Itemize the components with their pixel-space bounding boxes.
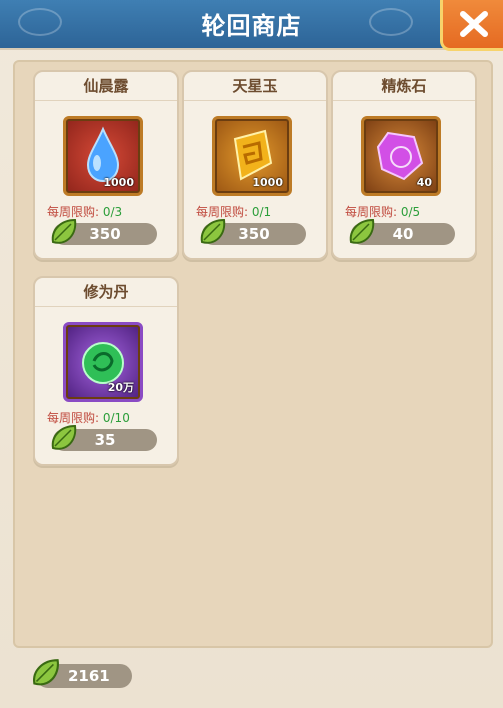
item-quantity: 1000: [103, 176, 134, 189]
item-icon-box[interactable]: 1000: [212, 116, 292, 196]
price-button[interactable]: 35: [51, 424, 157, 451]
price-button[interactable]: 40: [349, 218, 455, 245]
limit-value: 0/1: [251, 205, 272, 219]
shop-title: 轮回商店: [201, 12, 302, 40]
limit-value: 0/10: [102, 411, 130, 425]
item-panel: 仙晨露 1000 每周限购: 0/3 350 天星玉 1000 每周限购: 0/…: [13, 60, 493, 648]
item-icon-box[interactable]: 20万: [63, 322, 143, 402]
close-icon: [460, 11, 488, 37]
shop-item-card[interactable]: 天星玉 1000 每周限购: 0/1 350: [182, 70, 328, 260]
item-quantity: 40: [416, 176, 432, 189]
item-name: 仙晨露: [35, 72, 177, 101]
item-price: 40: [392, 225, 414, 243]
price-button[interactable]: 350: [51, 218, 157, 245]
item-name: 修为丹: [35, 278, 177, 307]
limit-value: 0/3: [102, 205, 123, 219]
item-name: 精炼石: [333, 72, 475, 101]
price-button[interactable]: 350: [200, 218, 306, 245]
item-quantity: 20万: [107, 381, 134, 394]
item-quantity: 1000: [252, 176, 283, 189]
currency-balance: 2161: [33, 659, 132, 688]
balance-value: 2161: [68, 667, 110, 685]
title-bar: 轮回商店: [0, 0, 503, 48]
close-button[interactable]: [440, 0, 503, 51]
item-price: 350: [238, 225, 270, 243]
item-name: 天星玉: [184, 72, 326, 101]
shop-item-card[interactable]: 仙晨露 1000 每周限购: 0/3 350: [33, 70, 179, 260]
item-icon-box[interactable]: 40: [361, 116, 441, 196]
item-price: 35: [94, 431, 116, 449]
item-price: 350: [89, 225, 121, 243]
shop-item-card[interactable]: 精炼石 40 每周限购: 0/5 40: [331, 70, 477, 260]
shop-window: 轮回商店 仙晨露 1000 每周限购: 0/3 350 天星玉 1000 每周限…: [0, 0, 503, 708]
shop-item-card[interactable]: 修为丹 20万 每周限购: 0/10 35: [33, 276, 179, 466]
currency-leaf-icon: [33, 659, 59, 686]
item-icon-box[interactable]: 1000: [63, 116, 143, 196]
limit-value: 0/5: [400, 205, 421, 219]
